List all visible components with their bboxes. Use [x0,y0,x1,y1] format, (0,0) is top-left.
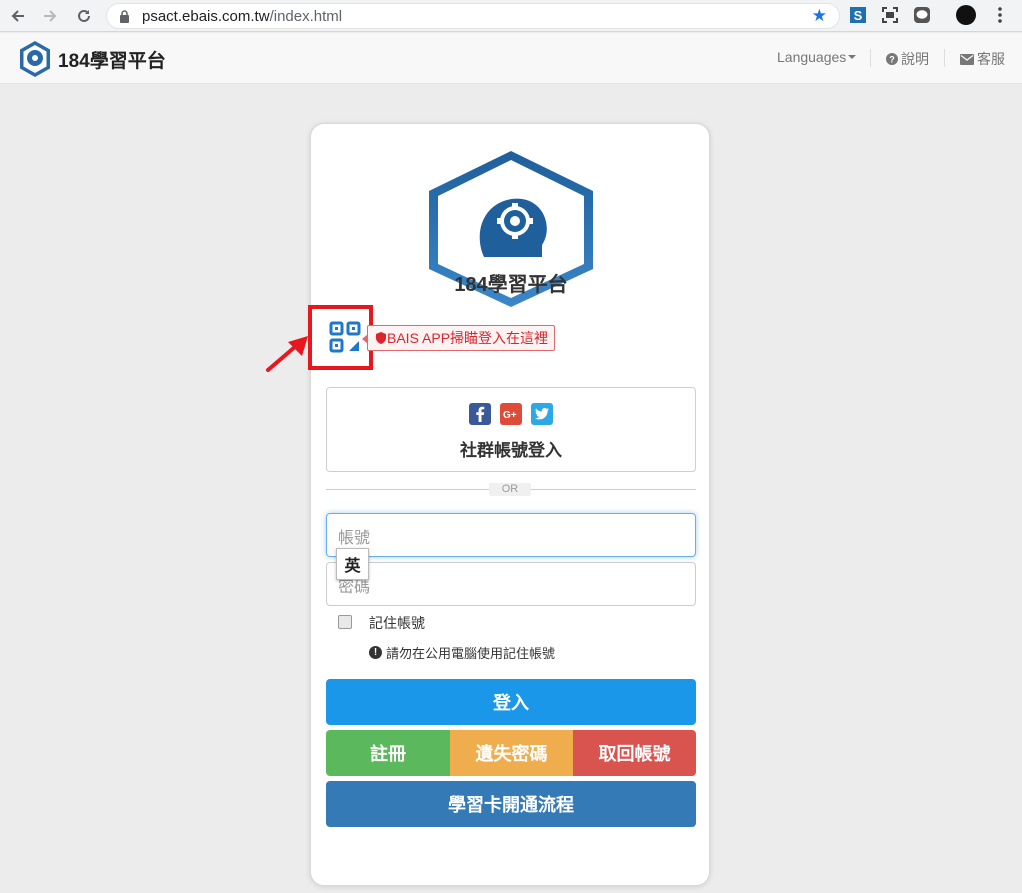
password-input[interactable]: 密碼 [326,562,696,606]
help-label: 說明 [901,51,929,67]
bookmark-star-icon[interactable]: ★ [812,7,827,25]
screenshot-extension-icon[interactable] [880,5,900,25]
register-button[interactable]: 註冊 [326,730,450,776]
google-plus-icon[interactable]: G+ [500,403,522,425]
caret-down-icon [848,55,857,59]
ime-mode-indicator: 英 [336,548,369,580]
brand-title: 184學習平台 [58,50,166,72]
qr-code-icon[interactable] [329,321,361,353]
reload-button[interactable] [72,4,96,28]
envelope-icon [960,53,974,65]
retrieve-account-button[interactable]: 取回帳號 [573,730,696,776]
browser-toolbar: psact.ebais.com.tw/index.html ★ S [0,0,1022,32]
remember-label[interactable]: 記住帳號 [369,613,425,633]
header-divider [870,49,871,67]
learning-card-activation-button[interactable]: 學習卡開通流程 [326,781,696,827]
logo-title: 184學習平台 [454,274,568,296]
url-text: psact.ebais.com.tw/index.html [142,8,343,25]
brand[interactable]: 184學習平台 [18,40,166,78]
svg-text:G+: G+ [503,410,517,419]
account-input[interactable]: 帳號 [326,513,696,557]
back-arrow-icon [11,10,24,22]
social-icons: G+ [469,403,553,425]
qr-login-tooltip: BAIS APP掃瞄登入在這裡 [361,325,556,351]
forgot-password-button[interactable]: 遺失密碼 [450,730,573,776]
social-login-box[interactable]: G+ 社群帳號登入 [326,387,696,472]
languages-label: Languages [777,49,847,65]
qr-tip-text: BAIS APP掃瞄登入在這裡 [387,330,549,346]
browser-menu-icon[interactable] [990,5,1010,25]
header-divider [944,49,945,67]
brand-logo-icon [20,41,50,77]
or-label: OR [489,483,531,496]
exclamation-circle-icon: ! [369,646,382,659]
svg-text:?: ? [889,55,895,65]
shield-icon [376,332,386,344]
line-extension-icon[interactable] [912,5,932,25]
forward-button[interactable] [38,4,62,28]
question-circle-icon: ? [886,53,898,65]
remember-checkbox[interactable] [338,615,352,629]
site-header: 184學習平台 Languages ? 說明 客服 [0,33,1022,84]
remember-warning: ! 請勿在公用電腦使用記住帳號 [369,643,555,662]
back-button[interactable] [6,4,30,28]
languages-dropdown[interactable]: Languages [777,49,857,65]
reload-icon [78,9,90,22]
login-card: 184學習平台 BAIS APP掃瞄登入在這裡 G+ 社群帳號登入 OR 帳號 … [308,123,710,886]
help-link[interactable]: ? 說明 [886,49,929,69]
login-button[interactable]: 登入 [326,679,696,725]
red-arrow-annotation [266,336,308,372]
s-extension-icon[interactable]: S [848,5,868,25]
support-link[interactable]: 客服 [960,49,1005,69]
lock-icon [120,10,129,23]
address-bar[interactable]: psact.ebais.com.tw/index.html ★ [106,3,840,29]
remember-warning-text: 請勿在公用電腦使用記住帳號 [386,646,556,661]
forward-arrow-icon [44,10,57,22]
facebook-icon[interactable] [469,403,491,425]
support-label: 客服 [977,51,1005,67]
svg-text:S: S [854,8,863,23]
twitter-icon[interactable] [531,403,553,425]
profile-avatar-icon[interactable] [956,5,976,25]
social-login-label: 社群帳號登入 [460,441,562,460]
